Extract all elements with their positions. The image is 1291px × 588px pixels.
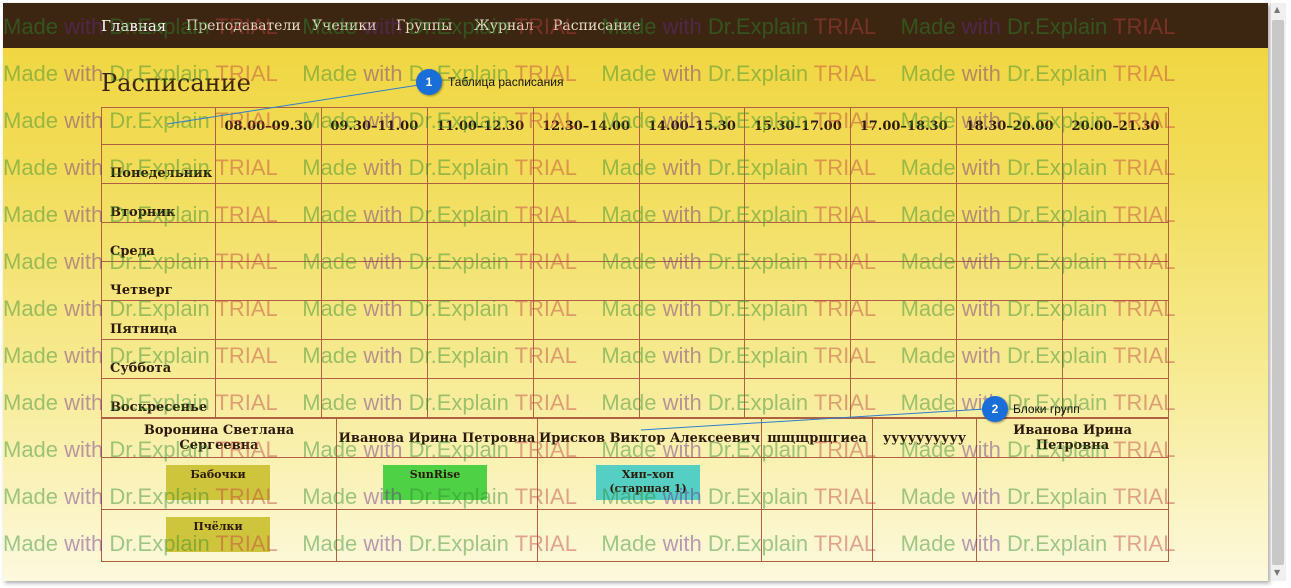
scroll-down-icon[interactable]: ▼ bbox=[1274, 568, 1280, 577]
scroll-up-icon[interactable]: ▲ bbox=[1274, 5, 1280, 14]
vertical-scrollbar[interactable]: ▲ ▼ bbox=[1270, 3, 1286, 581]
callout-line-1 bbox=[166, 84, 420, 125]
scroll-thumb[interactable] bbox=[1272, 20, 1284, 565]
callout-lines bbox=[166, 84, 986, 431]
callout-badge-2: 2 bbox=[982, 396, 1008, 422]
callout-badge-1: 1 bbox=[416, 69, 442, 95]
app-window: Главная Преподаватели Ученики Группы Жур… bbox=[3, 3, 1268, 581]
callout-label-1: Таблица расписания bbox=[448, 75, 564, 89]
callout-line-2 bbox=[640, 408, 986, 431]
callout-label-2: Блоки групп bbox=[1013, 402, 1080, 416]
